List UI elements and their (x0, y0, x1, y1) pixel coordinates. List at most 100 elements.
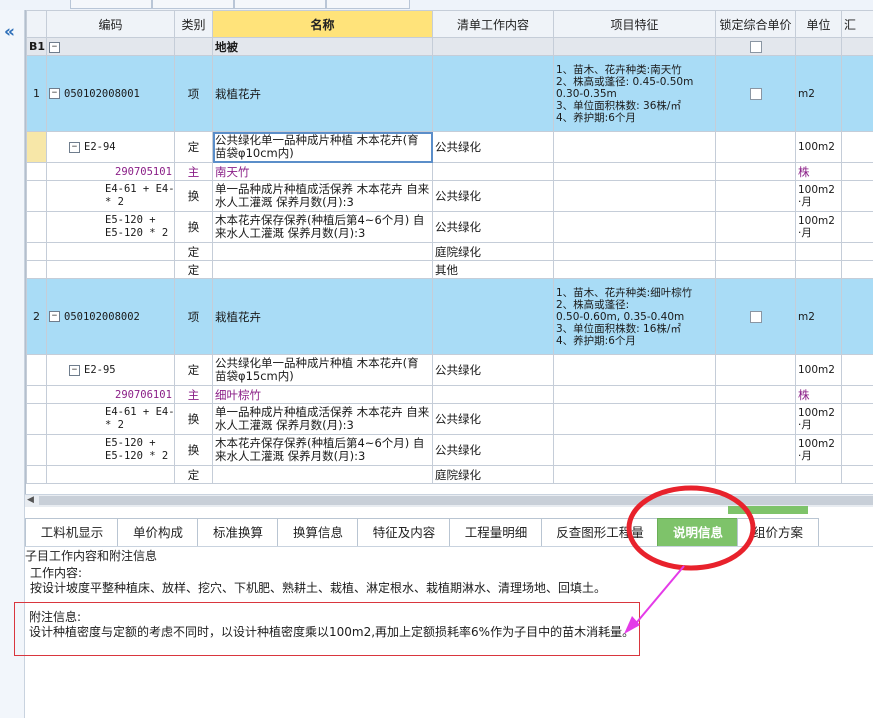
quota-row[interactable]: E4-61 + E4-61 * 2 换 单一品种成片种植成活保养 木本花卉 自来… (26, 403, 873, 435)
quota-code: E5-120 + E5-120 * 2 (46, 211, 175, 243)
row-number: 1 (26, 55, 47, 132)
quota-name[interactable] (212, 260, 433, 279)
material-name[interactable]: 南天竹 (212, 162, 433, 181)
lock-checkbox[interactable] (749, 311, 762, 323)
quota-name[interactable]: 单一品种成片种植成活保养 木本花卉 自来水人工灌溉 保养月数(月):3 (212, 180, 433, 212)
unit-cell (795, 465, 842, 484)
feature-cell (553, 465, 716, 484)
tab-pricing-scheme[interactable]: 组价方案 (737, 518, 819, 546)
lock-cell (715, 278, 796, 355)
top-tab[interactable] (152, 0, 234, 9)
quota-row[interactable]: E5-120 + E5-120 * 2 换 木本花卉保存保养(种植后第4~6个月… (26, 211, 873, 243)
material-name[interactable]: 细叶棕竹 (212, 385, 433, 404)
row-number: 2 (26, 278, 47, 355)
quota-name[interactable]: 公共绿化单一品种成片种植 木本花卉(育苗袋φ15cm内) (212, 354, 433, 386)
collapse-toggle-icon[interactable]: − (69, 141, 80, 153)
bill-item-row[interactable]: 1 −050102008001 项 栽植花卉 1、苗木、花卉种类:南天竹 2、株… (26, 55, 873, 132)
quota-row[interactable]: − E2-95 定 公共绿化单一品种成片种植 木本花卉(育苗袋φ15cm内) 公共… (26, 354, 873, 386)
lock-checkbox[interactable] (749, 88, 762, 100)
feature-cell (553, 385, 716, 404)
tab-quantity-detail[interactable]: 工程量明细 (449, 518, 543, 546)
quota-name[interactable]: 木本花卉保存保养(种植后第4~6个月) 自来水人工灌溉 保养月数(月):3 (212, 434, 433, 466)
lock-cell (715, 403, 796, 435)
feature-cell (553, 180, 716, 212)
section-row-b1[interactable]: B1 − 地被 (26, 37, 873, 56)
quota-row[interactable]: E4-61 + E4-61 * 2 换 单一品种成片种植成活保养 木本花卉 自来… (26, 180, 873, 212)
summary-cell (841, 385, 873, 404)
row-marker (26, 354, 47, 386)
content-cell (432, 278, 554, 355)
collapse-toggle-icon[interactable]: − (49, 41, 60, 53)
quota-row[interactable]: E5-120 + E5-120 * 2 换 木本花卉保存保养(种植后第4~6个月… (26, 434, 873, 466)
collapse-toggle-icon[interactable]: − (49, 311, 60, 322)
scroll-left-icon[interactable]: ◀ (27, 495, 34, 505)
quota-row[interactable]: − E2-94 定 公共绿化单一品种成片种植 木本花卉(育苗袋φ10cm内) 公共… (26, 131, 873, 163)
column-header-lock[interactable]: 锁定综合单价 (715, 10, 796, 38)
quota-row[interactable]: 定 其他 (26, 260, 873, 279)
feature-cell[interactable]: 1、苗木、花卉种类:细叶棕竹 2、株高或蓬径: 0.50-0.60m, 0.35… (553, 278, 716, 355)
section-name[interactable]: 地被 (212, 37, 433, 56)
lock-checkbox[interactable] (749, 41, 762, 53)
tab-conversion-info[interactable]: 换算信息 (277, 518, 359, 546)
summary-cell (841, 354, 873, 386)
feature-cell (553, 162, 716, 181)
quota-code: E2-95 (84, 364, 116, 376)
feature-cell[interactable]: 1、苗木、花卉种类:南天竹 2、株高或蓬径: 0.45-0.50m 0.30-0… (553, 55, 716, 132)
summary-cell (841, 242, 873, 261)
tab-reverse-graphic[interactable]: 反查图形工程量 (541, 518, 659, 546)
scrollbar-thumb[interactable] (39, 496, 873, 505)
content-cell: 其他 (432, 260, 554, 279)
lock-cell (715, 131, 796, 163)
quota-name[interactable]: 单一品种成片种植成活保养 木本花卉 自来水人工灌溉 保养月数(月):3 (212, 403, 433, 435)
top-tab[interactable] (234, 0, 326, 9)
lock-cell (715, 37, 796, 56)
material-code: 290706101 (46, 385, 175, 404)
collapse-panel-icon[interactable]: « (4, 24, 15, 41)
collapse-toggle-icon[interactable]: − (49, 88, 60, 99)
item-name[interactable]: 栽植花卉 (212, 55, 433, 132)
column-header-content[interactable]: 清单工作内容 (432, 10, 554, 38)
item-code: 050102008001 (64, 87, 140, 100)
feature-cell (553, 354, 716, 386)
tab-price-composition[interactable]: 单价构成 (117, 518, 199, 546)
lock-cell (715, 354, 796, 386)
column-header-code[interactable]: 编码 (46, 10, 175, 38)
column-header-feature[interactable]: 项目特征 (553, 10, 716, 38)
column-header-category[interactable]: 类别 (174, 10, 213, 38)
quota-row[interactable]: 定 庭院绿化 (26, 465, 873, 484)
lock-cell (715, 162, 796, 181)
section-label: B1 (26, 37, 47, 56)
bill-item-row[interactable]: 2 −050102008002 项 栽植花卉 1、苗木、花卉种类:细叶棕竹 2、… (26, 278, 873, 355)
summary-cell (841, 162, 873, 181)
quota-name[interactable]: 木本花卉保存保养(种植后第4~6个月) 自来水人工灌溉 保养月数(月):3 (212, 211, 433, 243)
quota-row[interactable]: 定 庭院绿化 (26, 242, 873, 261)
info-section-title: 子目工作内容和附注信息 (25, 549, 158, 563)
column-header-unit[interactable]: 单位 (795, 10, 842, 38)
main-material-row[interactable]: 290706101 主 细叶棕竹 株 (26, 385, 873, 404)
collapse-toggle-icon[interactable]: − (69, 364, 80, 376)
tab-description-info[interactable]: 说明信息 (657, 518, 739, 546)
summary-cell (841, 403, 873, 435)
quota-name[interactable] (212, 465, 433, 484)
tab-standard-conversion[interactable]: 标准换算 (197, 518, 279, 546)
summary-cell (841, 465, 873, 484)
main-material-row[interactable]: 290705101 主 南天竹 株 (26, 162, 873, 181)
feature-cell (553, 211, 716, 243)
category-cell: 主 (174, 162, 213, 181)
summary-cell (841, 180, 873, 212)
tab-labor-material[interactable]: 工料机显示 (25, 518, 119, 546)
top-tab[interactable] (70, 0, 152, 9)
unit-cell: 100m2 ·月 (795, 180, 842, 212)
content-cell: 公共绿化 (432, 180, 554, 212)
column-header-summary[interactable]: 汇 (841, 10, 873, 38)
quota-code-cell (46, 242, 175, 261)
tab-feature-content[interactable]: 特征及内容 (357, 518, 451, 546)
item-name[interactable]: 栽植花卉 (212, 278, 433, 355)
quota-name[interactable] (212, 242, 433, 261)
quota-name[interactable]: 公共绿化单一品种成片种植 木本花卉(育苗袋φ10cm内) (212, 131, 433, 163)
category-cell: 项 (174, 278, 213, 355)
unit-cell: 100m2 ·月 (795, 403, 842, 435)
category-cell: 主 (174, 385, 213, 404)
top-tab[interactable] (326, 0, 410, 9)
column-header-name[interactable]: 名称 (212, 10, 433, 38)
